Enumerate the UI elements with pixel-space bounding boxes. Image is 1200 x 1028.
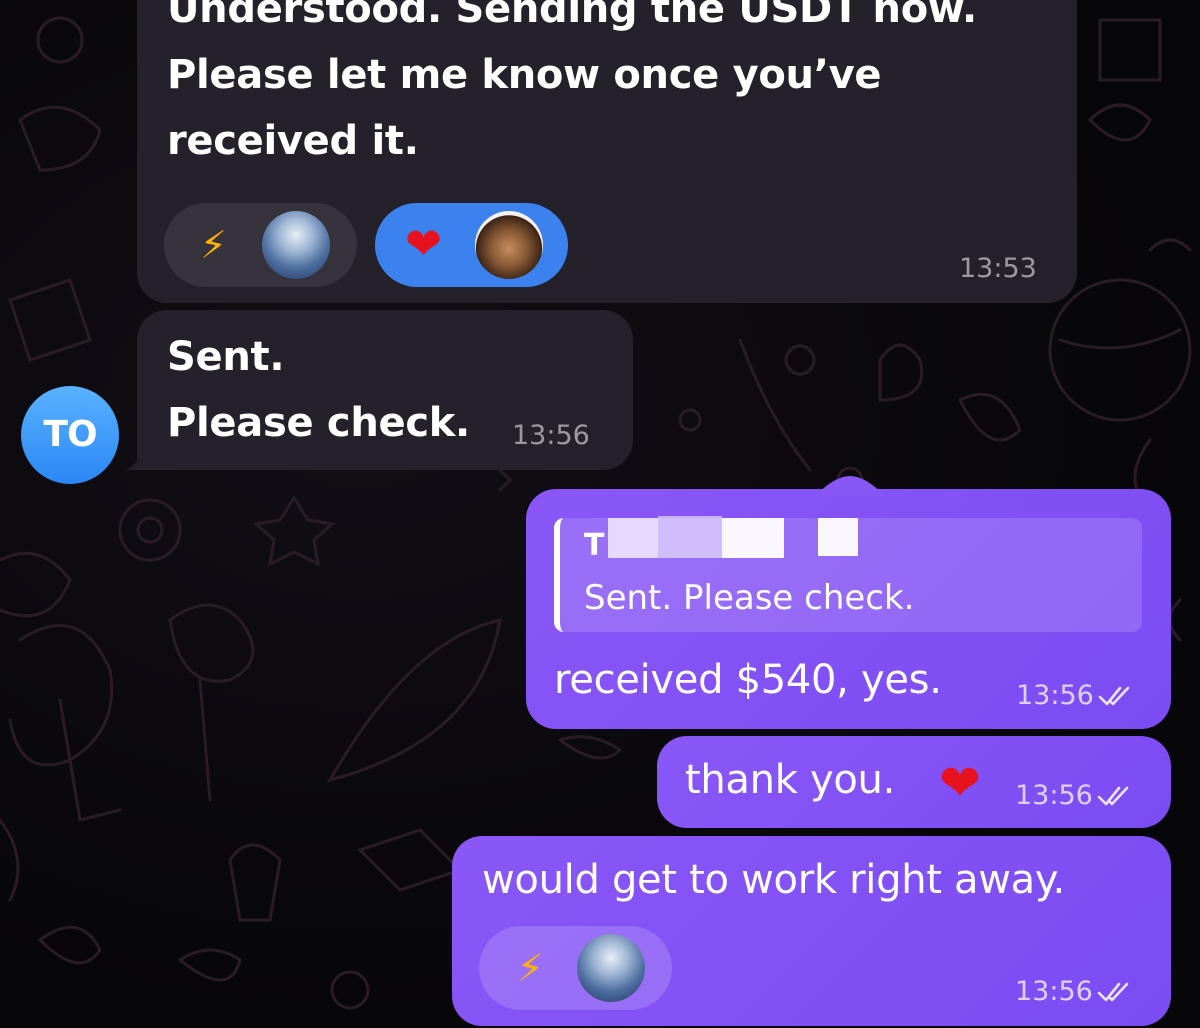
reactor-avatar (475, 211, 543, 279)
message-time: 13:56 (1015, 780, 1131, 811)
message-text: thank you. (685, 757, 895, 803)
heart-icon: ❤ (405, 219, 442, 270)
redacted-name (818, 518, 858, 556)
double-check-icon (1098, 686, 1130, 706)
message-text: Understood. Sending the USDT now. Please… (167, 0, 977, 164)
reaction-lightning[interactable]: ⚡ (164, 203, 357, 287)
chat-view[interactable]: Understood. Sending the USDT now. Please… (0, 0, 1200, 1028)
reply-text: Sent. Please check. (584, 578, 915, 618)
reaction-lightning[interactable]: ⚡ (479, 926, 672, 1010)
reaction-heart[interactable]: ❤ (375, 203, 568, 287)
message-text: received $540, yes. (554, 657, 942, 703)
message-bubble-outgoing[interactable]: would get to work right away. ⚡ 13:56 (452, 836, 1171, 1026)
message-time: 13:56 (1016, 680, 1132, 711)
redacted-name (658, 516, 722, 558)
message-time: 13:56 (1015, 976, 1131, 1007)
reply-quote[interactable]: T Sent. Please check. (554, 516, 1142, 632)
reply-author: T (584, 528, 605, 563)
message-bubble-incoming[interactable]: Sent. Please check. 13:56 (137, 310, 633, 470)
message-text: would get to work right away. (482, 857, 1065, 903)
message-time: 13:53 (959, 253, 1037, 284)
double-check-icon (1097, 786, 1129, 806)
message-time: 13:56 (512, 420, 590, 451)
reactor-avatar (262, 211, 330, 279)
reactor-avatar (577, 934, 645, 1002)
message-text: Sent. Please check. (167, 334, 470, 446)
lightning-bolt-icon: ⚡ (200, 223, 227, 267)
double-check-icon (1097, 982, 1129, 1002)
heart-icon: ❤ (939, 754, 981, 812)
redacted-name (722, 518, 784, 558)
bubble-notch (815, 476, 885, 496)
sender-avatar[interactable]: TO (21, 386, 119, 484)
message-bubble-incoming[interactable]: Understood. Sending the USDT now. Please… (137, 0, 1077, 303)
message-bubble-outgoing[interactable]: thank you. ❤ 13:56 (657, 736, 1171, 828)
lightning-bolt-icon: ⚡ (517, 946, 544, 990)
redacted-name (608, 518, 658, 558)
